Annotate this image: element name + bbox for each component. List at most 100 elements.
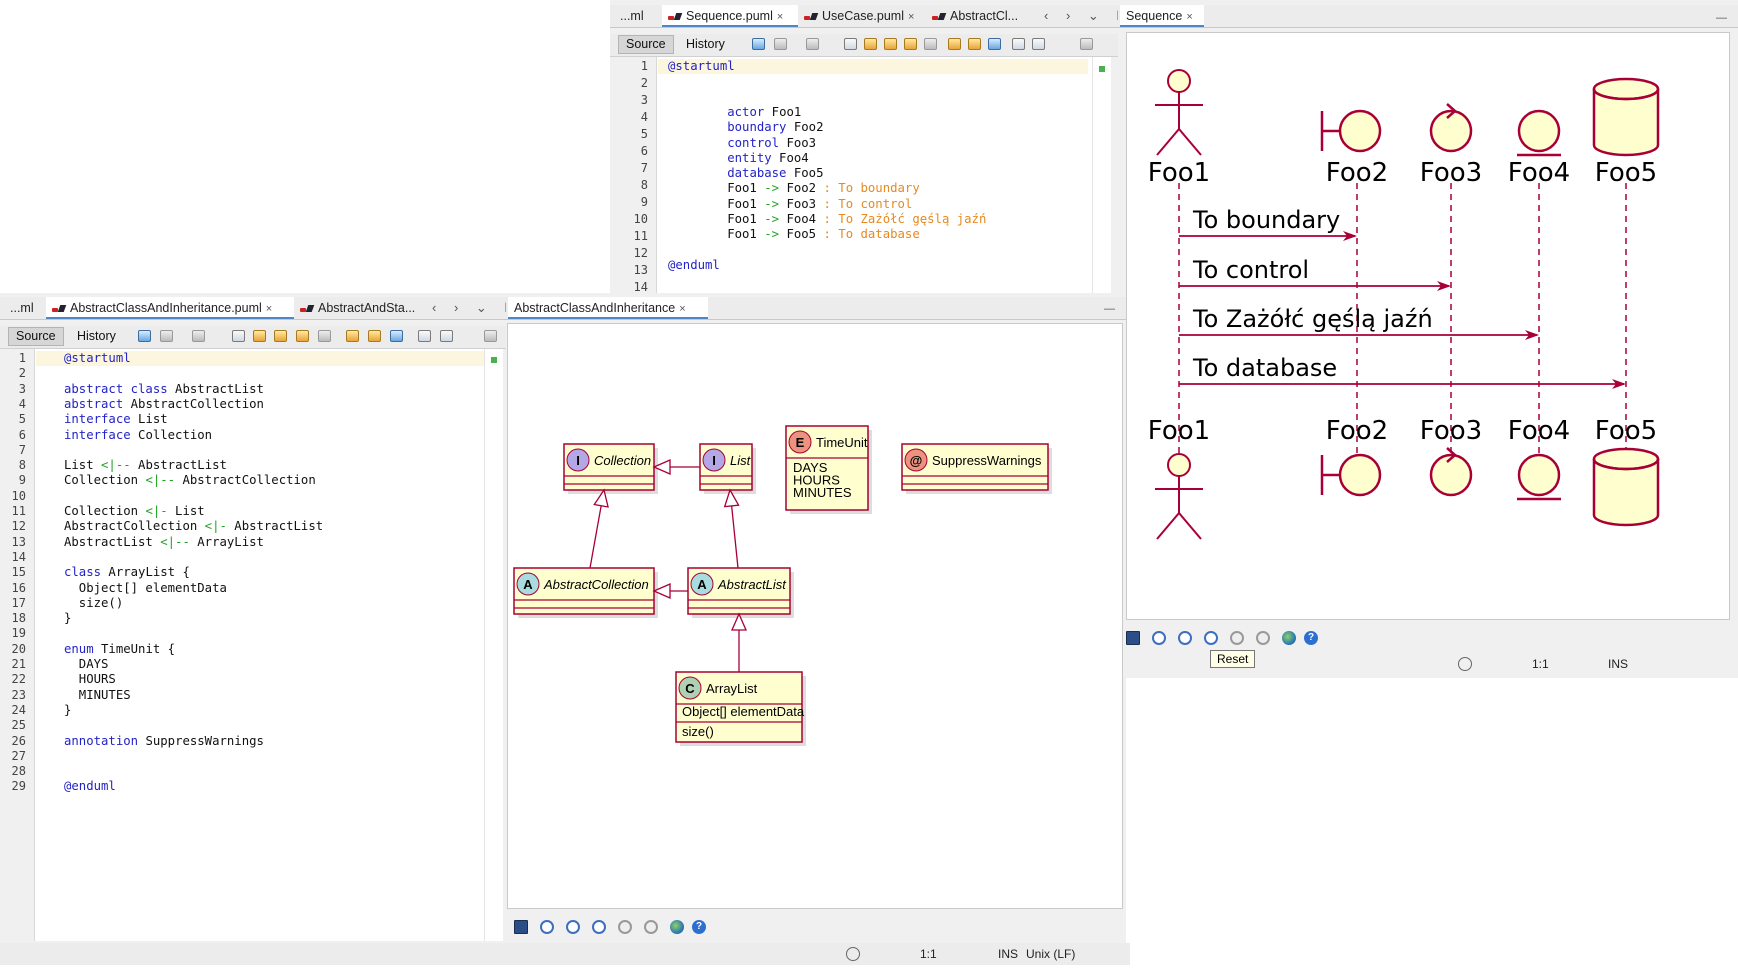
code-line[interactable] [36, 489, 484, 504]
close-icon[interactable]: × [777, 11, 783, 23]
help-icon[interactable]: ? [692, 920, 706, 934]
code-line[interactable]: boundary Foo2 [658, 120, 1088, 135]
previous-bookmark-icon[interactable] [346, 330, 359, 342]
code-line[interactable] [36, 550, 484, 565]
shift-left-icon[interactable] [418, 330, 431, 342]
sequence-diagram-canvas[interactable]: Foo1 Foo1 Foo2 Foo2 Foo3 Foo3 Foo4 Foo4 Foo5 Foo5… [1126, 32, 1730, 620]
code-line[interactable] [36, 718, 484, 733]
tab-sequence[interactable]: Sequence × [1120, 5, 1204, 27]
close-icon[interactable]: × [1186, 11, 1192, 23]
notification-icon[interactable] [846, 947, 860, 961]
code-line[interactable]: Collection <|- List [36, 504, 484, 519]
close-icon[interactable]: × [679, 303, 685, 315]
code-line[interactable] [658, 74, 1088, 89]
code-area[interactable]: @startuml actor Foo1 boundary Foo2 contr… [658, 57, 1088, 293]
shift-right-icon[interactable] [440, 330, 453, 342]
editor-scrollbar[interactable] [484, 349, 503, 941]
code-line[interactable]: AbstractList <|-- ArrayList [36, 535, 484, 550]
code-line[interactable]: Foo1 -> Foo3 : To control [658, 197, 1088, 212]
shift-left-icon[interactable] [1012, 38, 1025, 50]
tab-usecase-puml[interactable]: UseCase.puml × [798, 5, 926, 27]
rotate-left-icon[interactable] [618, 920, 632, 934]
code-line[interactable]: size() [36, 596, 484, 611]
code-line[interactable]: @startuml [36, 351, 484, 367]
code-line[interactable]: DAYS [36, 657, 484, 672]
minimize-button[interactable]: — [1104, 303, 1115, 315]
shift-right-icon[interactable] [1032, 38, 1045, 50]
zoom-in-icon[interactable] [540, 920, 554, 934]
close-icon[interactable]: × [908, 11, 914, 23]
rotate-right-icon[interactable] [644, 920, 658, 934]
tab-ml[interactable]: ...ml [4, 297, 46, 319]
back-icon[interactable] [774, 38, 787, 50]
code-line[interactable]: } [36, 703, 484, 718]
code-line[interactable]: interface Collection [36, 428, 484, 443]
code-line[interactable] [658, 90, 1088, 105]
code-line[interactable]: @startuml [658, 59, 1088, 75]
code-line[interactable]: database Foo5 [658, 166, 1088, 181]
code-area[interactable]: @startuml abstract class AbstractList abst… [36, 349, 484, 941]
code-line[interactable]: annotation SuppressWarnings [36, 734, 484, 749]
code-line[interactable] [658, 243, 1088, 258]
code-line[interactable]: entity Foo4 [658, 151, 1088, 166]
code-line[interactable] [36, 366, 484, 381]
code-line[interactable]: class ArrayList { [36, 565, 484, 580]
code-line[interactable] [36, 626, 484, 641]
back-icon[interactable] [160, 330, 173, 342]
notification-icon[interactable] [1458, 657, 1472, 671]
code-line[interactable]: AbstractCollection <|- AbstractList [36, 519, 484, 534]
code-line[interactable]: actor Foo1 [658, 105, 1088, 120]
class-diagram-canvas[interactable]: I Collection I List E TimeUnit DAYS HOURS MINUTE… [507, 323, 1123, 909]
class-code-editor[interactable]: 1 2 3 4 5 6 7 8 9 10 11 12 13 14 15 16 17 18 19 20 21 22 23 24 2… [6, 349, 503, 941]
code-line[interactable]: Collection <|-- AbstractCollection [36, 473, 484, 488]
find-previous-icon[interactable] [864, 38, 877, 50]
toggle-highlight-icon[interactable] [296, 330, 309, 342]
tab-abstractandsta[interactable]: AbstractAndSta... [294, 297, 428, 319]
forward-icon[interactable] [806, 38, 819, 50]
code-line[interactable]: MINUTES [36, 688, 484, 703]
globe-icon[interactable] [670, 920, 684, 934]
toggle-bookmark-icon[interactable] [390, 330, 403, 342]
last-edit-icon[interactable] [138, 330, 151, 342]
code-line[interactable]: Object[] elementData [36, 581, 484, 596]
code-line[interactable] [36, 443, 484, 458]
save-icon[interactable] [514, 920, 528, 934]
zoom-in-icon[interactable] [1152, 631, 1166, 645]
find-next-icon[interactable] [274, 330, 287, 342]
editor-scrollbar[interactable] [1092, 57, 1111, 293]
rotate-right-icon[interactable] [1256, 631, 1270, 645]
globe-icon[interactable] [1282, 631, 1296, 645]
code-line[interactable] [36, 749, 484, 764]
toggle-highlight-icon[interactable] [904, 38, 917, 50]
code-line[interactable]: HOURS [36, 672, 484, 687]
zoom-reset-icon[interactable] [1204, 631, 1218, 645]
source-button[interactable]: Source [618, 35, 674, 54]
zoom-out-icon[interactable] [1178, 631, 1192, 645]
find-icon[interactable] [232, 330, 245, 342]
tab-abstractclassandinheritance[interactable]: AbstractClassAndInheritance × [508, 297, 708, 319]
tab-ml[interactable]: ...ml [614, 5, 662, 27]
code-line[interactable]: } [36, 611, 484, 626]
find-icon[interactable] [844, 38, 857, 50]
zoom-out-icon[interactable] [566, 920, 580, 934]
history-button[interactable]: History [70, 328, 123, 345]
previous-bookmark-icon[interactable] [948, 38, 961, 50]
more-icon[interactable] [1080, 38, 1093, 50]
rectangular-select-icon[interactable] [318, 330, 331, 342]
code-line[interactable]: @enduml [36, 779, 484, 794]
more-icon[interactable] [484, 330, 497, 342]
tab-abstractclassandinheritance-puml[interactable]: AbstractClassAndInheritance.puml × [46, 297, 294, 319]
find-next-icon[interactable] [884, 38, 897, 50]
sequence-code-editor[interactable]: 1 2 3 4 5 6 7 8 9 10 11 12 13 14 @startu… [618, 57, 1111, 294]
code-line[interactable]: Foo1 -> Foo4 : To Zażółć gęślą jaźń [658, 212, 1088, 227]
forward-icon[interactable] [192, 330, 205, 342]
code-line[interactable]: interface List [36, 412, 484, 427]
save-icon[interactable] [1126, 631, 1140, 645]
code-line[interactable]: abstract AbstractCollection [36, 397, 484, 412]
tab-sequence-puml[interactable]: Sequence.puml × [662, 5, 798, 27]
code-line[interactable]: Foo1 -> Foo2 : To boundary [658, 181, 1088, 196]
source-button[interactable]: Source [8, 327, 64, 346]
help-icon[interactable]: ? [1304, 631, 1318, 645]
code-line[interactable] [36, 764, 484, 779]
find-previous-icon[interactable] [253, 330, 266, 342]
